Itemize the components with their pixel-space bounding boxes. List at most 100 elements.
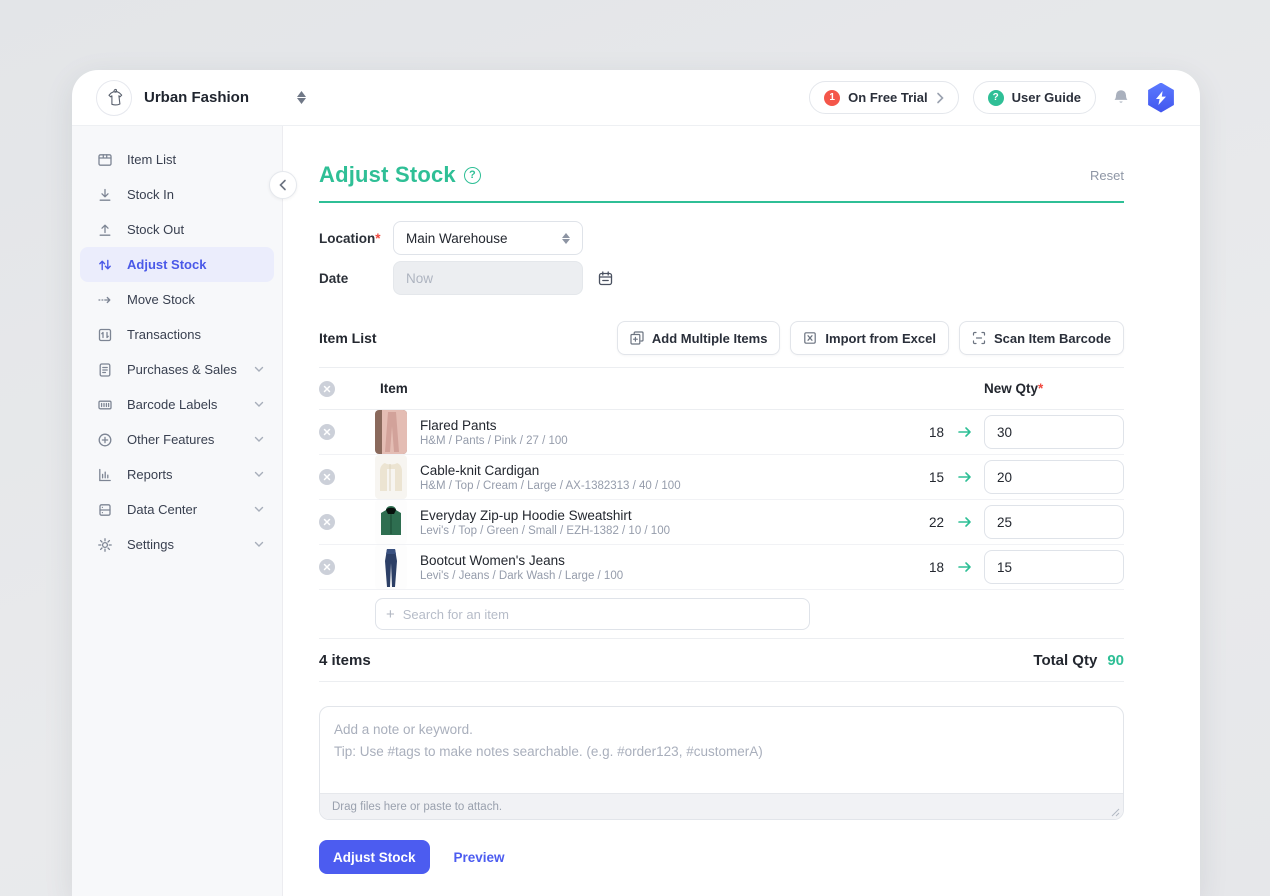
current-qty: 18 xyxy=(910,425,944,440)
item-info: Everyday Zip-up Hoodie Sweatshirt Levi's… xyxy=(420,508,910,537)
item-name: Cable-knit Cardigan xyxy=(420,463,910,478)
title-underline xyxy=(319,201,1124,203)
arrow-right-icon xyxy=(957,560,972,574)
user-guide-button[interactable]: ? User Guide xyxy=(973,81,1096,114)
item-info: Cable-knit Cardigan H&M / Top / Cream / … xyxy=(420,463,910,492)
question-icon: ? xyxy=(988,90,1004,106)
sidebar-item-move-stock[interactable]: Move Stock xyxy=(80,282,274,317)
bar-chart-icon xyxy=(96,466,113,483)
sidebar: Item List Stock In Stock Out Adjust Stoc… xyxy=(72,126,283,896)
remove-row-icon[interactable] xyxy=(319,514,335,530)
app-header: Urban Fashion 1 On Free Trial ? User Gui… xyxy=(72,70,1200,126)
remove-all-icon[interactable] xyxy=(319,381,335,397)
free-trial-badge[interactable]: 1 On Free Trial xyxy=(809,81,958,114)
sidebar-item-adjust-stock[interactable]: Adjust Stock xyxy=(80,247,274,282)
sidebar-item-purchases-sales[interactable]: Purchases & Sales xyxy=(80,352,274,387)
tshirt-hanger-icon xyxy=(103,87,125,109)
button-label: Add Multiple Items xyxy=(652,331,768,346)
preview-button[interactable]: Preview xyxy=(454,850,505,865)
new-qty-input[interactable] xyxy=(984,460,1124,494)
user-guide-label: User Guide xyxy=(1012,90,1081,105)
sidebar-item-item-list[interactable]: Item List xyxy=(80,142,274,177)
required-mark: * xyxy=(1038,381,1043,396)
note-input[interactable]: Add a note or keyword. Tip: Use #tags to… xyxy=(320,707,1123,793)
required-mark: * xyxy=(375,231,380,246)
table-row: Everyday Zip-up Hoodie Sweatshirt Levi's… xyxy=(319,500,1124,545)
chevron-down-icon xyxy=(254,541,264,548)
new-qty-input[interactable] xyxy=(984,550,1124,584)
calendar-icon[interactable] xyxy=(597,270,614,287)
remove-row-icon[interactable] xyxy=(319,424,335,440)
item-name: Flared Pants xyxy=(420,418,910,433)
sidebar-item-settings[interactable]: Settings xyxy=(80,527,274,562)
sidebar-item-other-features[interactable]: Other Features xyxy=(80,422,274,457)
sidebar-item-stock-in[interactable]: Stock In xyxy=(80,177,274,212)
item-attributes: H&M / Pants / Pink / 27 / 100 xyxy=(420,435,910,447)
sidebar-item-label: Other Features xyxy=(127,432,214,447)
adjust-stock-submit-button[interactable]: Adjust Stock xyxy=(319,840,430,874)
scan-item-barcode-button[interactable]: Scan Item Barcode xyxy=(959,321,1124,355)
arrow-right-icon xyxy=(957,425,972,439)
remove-row-icon[interactable] xyxy=(319,559,335,575)
table-header-row: Item New Qty* xyxy=(319,368,1124,410)
new-qty-column-header: New Qty* xyxy=(984,381,1124,396)
item-thumbnail xyxy=(375,455,407,499)
table-row: Cable-knit Cardigan H&M / Top / Cream / … xyxy=(319,455,1124,500)
location-select[interactable]: Main Warehouse xyxy=(393,221,583,255)
sidebar-collapse-button[interactable] xyxy=(269,171,297,199)
copy-plus-icon xyxy=(630,331,644,345)
add-multiple-items-button[interactable]: Add Multiple Items xyxy=(617,321,781,355)
sidebar-item-label: Stock In xyxy=(127,187,174,202)
import-from-excel-button[interactable]: Import from Excel xyxy=(790,321,949,355)
plus-icon: + xyxy=(386,606,395,623)
sidebar-item-stock-out[interactable]: Stock Out xyxy=(80,212,274,247)
note-box: Add a note or keyword. Tip: Use #tags to… xyxy=(319,706,1124,820)
sidebar-item-reports[interactable]: Reports xyxy=(80,457,274,492)
remove-row-icon[interactable] xyxy=(319,469,335,485)
workspace-switcher-icon[interactable] xyxy=(297,91,306,104)
attach-dropzone[interactable]: Drag files here or paste to attach. xyxy=(320,793,1123,819)
transactions-icon xyxy=(96,326,113,343)
archive-box-icon xyxy=(96,151,113,168)
main-content: Adjust Stock ? Reset Location* Main Ware… xyxy=(283,126,1200,896)
item-attributes: Levi's / Top / Green / Small / EZH-1382 … xyxy=(420,525,910,537)
sidebar-item-barcode-labels[interactable]: Barcode Labels xyxy=(80,387,274,422)
trial-count-badge: 1 xyxy=(824,90,840,106)
item-thumbnail xyxy=(375,500,407,544)
item-info: Flared Pants H&M / Pants / Pink / 27 / 1… xyxy=(420,418,910,447)
new-qty-input[interactable] xyxy=(984,505,1124,539)
chevron-down-icon xyxy=(254,401,264,408)
button-label: Scan Item Barcode xyxy=(994,331,1111,346)
workspace-logo[interactable] xyxy=(96,80,132,116)
chevron-down-icon xyxy=(254,471,264,478)
new-qty-input[interactable] xyxy=(984,415,1124,449)
workspace-name: Urban Fashion xyxy=(144,89,249,106)
item-list-label: Item List xyxy=(319,330,377,346)
help-icon[interactable]: ? xyxy=(464,167,481,184)
bell-icon[interactable] xyxy=(1110,87,1132,109)
item-search-input[interactable] xyxy=(403,607,799,622)
date-input[interactable]: Now xyxy=(393,261,583,295)
sidebar-item-label: Move Stock xyxy=(127,292,195,307)
barcode-icon xyxy=(96,396,113,413)
chevron-right-icon xyxy=(936,92,944,104)
app-window: Urban Fashion 1 On Free Trial ? User Gui… xyxy=(72,70,1200,896)
sidebar-item-data-center[interactable]: Data Center xyxy=(80,492,274,527)
select-arrows-icon xyxy=(562,233,570,244)
arrows-up-down-icon xyxy=(96,256,113,273)
button-label: Import from Excel xyxy=(825,331,936,346)
reset-button[interactable]: Reset xyxy=(1090,168,1124,183)
item-column-header: Item xyxy=(380,381,408,396)
table-row: Bootcut Women's Jeans Levi's / Jeans / D… xyxy=(319,545,1124,590)
sidebar-item-transactions[interactable]: Transactions xyxy=(80,317,274,352)
resize-handle-icon[interactable] xyxy=(1111,808,1120,817)
hexagon-bolt-icon[interactable] xyxy=(1146,83,1176,113)
chevron-down-icon xyxy=(254,506,264,513)
arrow-right-icon xyxy=(957,470,972,484)
date-placeholder: Now xyxy=(406,271,433,286)
database-icon xyxy=(96,501,113,518)
item-attributes: Levi's / Jeans / Dark Wash / Large / 100 xyxy=(420,570,910,582)
item-search-box[interactable]: + xyxy=(375,598,810,630)
sidebar-item-label: Purchases & Sales xyxy=(127,362,237,377)
scan-icon xyxy=(972,331,986,345)
